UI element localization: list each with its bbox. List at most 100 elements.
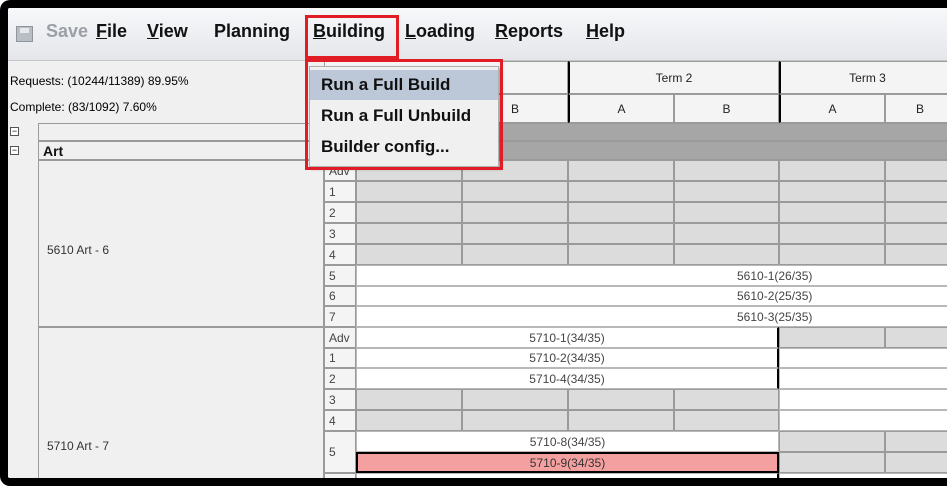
grid-cell[interactable] <box>462 244 568 265</box>
grid-cell[interactable] <box>568 389 674 410</box>
grid-cell[interactable] <box>885 181 947 202</box>
grid-cell[interactable] <box>356 223 462 244</box>
grid-cell[interactable] <box>674 160 779 181</box>
period-label: 2 <box>329 371 336 386</box>
grid-cell[interactable] <box>674 244 779 265</box>
requests-stat: Requests: (10244/11389) 89.95% <box>10 74 189 88</box>
grid-cell[interactable] <box>462 223 568 244</box>
course-5710[interactable]: 5710 Art - 7 <box>38 327 324 478</box>
grid-cell[interactable] <box>356 410 462 431</box>
sub-header-t1b-label: B <box>510 101 519 116</box>
section-5710-4[interactable]: 5710-4(34/35) <box>356 368 779 389</box>
menu-planning[interactable]: Planning <box>214 21 290 42</box>
section-5710-2[interactable]: 5710-2(34/35) <box>356 348 779 368</box>
grid-cell[interactable] <box>674 202 779 223</box>
period-5710-5: 5 <box>324 431 356 473</box>
tree-column <box>8 123 39 478</box>
grid-cell[interactable] <box>568 410 674 431</box>
section-cutoff[interactable]: 5 <box>779 368 947 389</box>
section-5610-3[interactable]: 5610-3(25/35) <box>356 306 947 327</box>
menu-help[interactable]: Help <box>586 21 625 42</box>
menu-view-rest: iew <box>158 21 188 41</box>
collapse-all-icon[interactable]: − <box>10 127 19 136</box>
menu-file[interactable]: File <box>96 21 127 42</box>
period-label: 1 <box>329 184 336 199</box>
section-label: 5710-11(33/35) <box>526 476 608 486</box>
grid-cell[interactable] <box>885 327 947 348</box>
menu-view-mnemonic: V <box>147 21 159 41</box>
term-3-label: Term 3 <box>849 70 886 85</box>
grid-cell[interactable] <box>462 389 568 410</box>
section-cutoff[interactable]: 5 <box>779 410 947 431</box>
grid-cell[interactable] <box>885 160 947 181</box>
grid-cell[interactable] <box>779 202 885 223</box>
grid-cell[interactable] <box>885 223 947 244</box>
menu-reports[interactable]: Reports <box>495 21 563 42</box>
grid-cell[interactable] <box>674 410 779 431</box>
term-3-header: Term 3 <box>779 61 947 94</box>
menu-loading[interactable]: Loading <box>405 21 475 42</box>
department-row[interactable]: Art <box>38 141 324 160</box>
period-5710-4: 4 <box>324 410 356 431</box>
menu-loading-rest: oading <box>416 21 475 41</box>
section-5610-2[interactable]: 5610-2(25/35) <box>356 286 947 306</box>
period-5610-4: 4 <box>324 244 356 265</box>
section-5710-9-conflict[interactable]: 5710-9(34/35) <box>356 452 779 473</box>
grid-cell[interactable] <box>568 160 674 181</box>
grid-cell[interactable] <box>356 181 462 202</box>
course-5710-label: 5710 Art - 7 <box>47 439 110 453</box>
grid-cell[interactable] <box>779 452 885 473</box>
menu-save-label: Save <box>46 21 89 41</box>
menu-view[interactable]: View <box>147 21 188 42</box>
grid-cell[interactable] <box>568 202 674 223</box>
grid-cell[interactable] <box>462 410 568 431</box>
grid-cell[interactable] <box>779 160 885 181</box>
section-5710-11[interactable]: 5710-11(33/35) <box>356 473 779 486</box>
grid-cell[interactable] <box>462 202 568 223</box>
grid-cell[interactable] <box>356 202 462 223</box>
period-5610-5: 5 <box>324 265 356 286</box>
menu-bar: Save File View Planning Building Loading… <box>8 8 947 61</box>
period-label: 3 <box>329 226 336 241</box>
grid-cell[interactable] <box>779 244 885 265</box>
grid-cell[interactable] <box>674 389 779 410</box>
grid-cell[interactable] <box>356 244 462 265</box>
grid-cell[interactable] <box>885 452 947 473</box>
course-5610-label: 5610 Art - 6 <box>47 243 110 257</box>
grid-cell[interactable] <box>568 223 674 244</box>
grid-cell[interactable] <box>885 431 947 452</box>
menu-save[interactable]: Save <box>46 21 88 42</box>
grid-cell[interactable] <box>779 327 885 348</box>
dropdown-highlight <box>305 59 503 170</box>
term-2-label: Term 2 <box>655 70 693 85</box>
grid-cell[interactable] <box>356 389 462 410</box>
menu-help-rest: elp <box>599 21 626 41</box>
grid-cell[interactable] <box>885 202 947 223</box>
course-5610[interactable]: 5610 Art - 6 <box>38 160 324 327</box>
grid-cell[interactable] <box>779 431 885 452</box>
section-label: 5710-8(34/35) <box>529 434 606 449</box>
period-5710-3: 3 <box>324 389 356 410</box>
grid-cell[interactable] <box>779 223 885 244</box>
grid-cell[interactable] <box>885 244 947 265</box>
department-label: Art <box>43 142 64 159</box>
collapse-art-icon[interactable]: − <box>10 146 19 155</box>
grid-cell[interactable] <box>779 181 885 202</box>
grid-cell[interactable] <box>568 181 674 202</box>
section-cutoff[interactable]: 5 <box>779 348 947 368</box>
grid-cell[interactable] <box>568 244 674 265</box>
sub-header-t3b: B <box>885 94 947 123</box>
section-cutoff[interactable]: 5 <box>779 389 947 410</box>
section-label: 5710-1(34/35) <box>529 330 605 345</box>
grid-cell[interactable] <box>674 181 779 202</box>
section-cutoff[interactable]: 57 <box>779 473 947 478</box>
section-5610-1[interactable]: 5610-1(26/35) <box>356 265 947 286</box>
period-label: 5 <box>329 268 336 283</box>
period-5610-1: 1 <box>324 181 356 202</box>
section-5710-8[interactable]: 5710-8(34/35) <box>356 431 779 452</box>
section-5710-1[interactable]: 5710-1(34/35) <box>356 327 779 348</box>
period-5710-adv: Adv <box>324 327 356 348</box>
grid-cell[interactable] <box>462 181 568 202</box>
grid-cell[interactable] <box>674 223 779 244</box>
period-5610-6: 6 <box>324 286 356 306</box>
